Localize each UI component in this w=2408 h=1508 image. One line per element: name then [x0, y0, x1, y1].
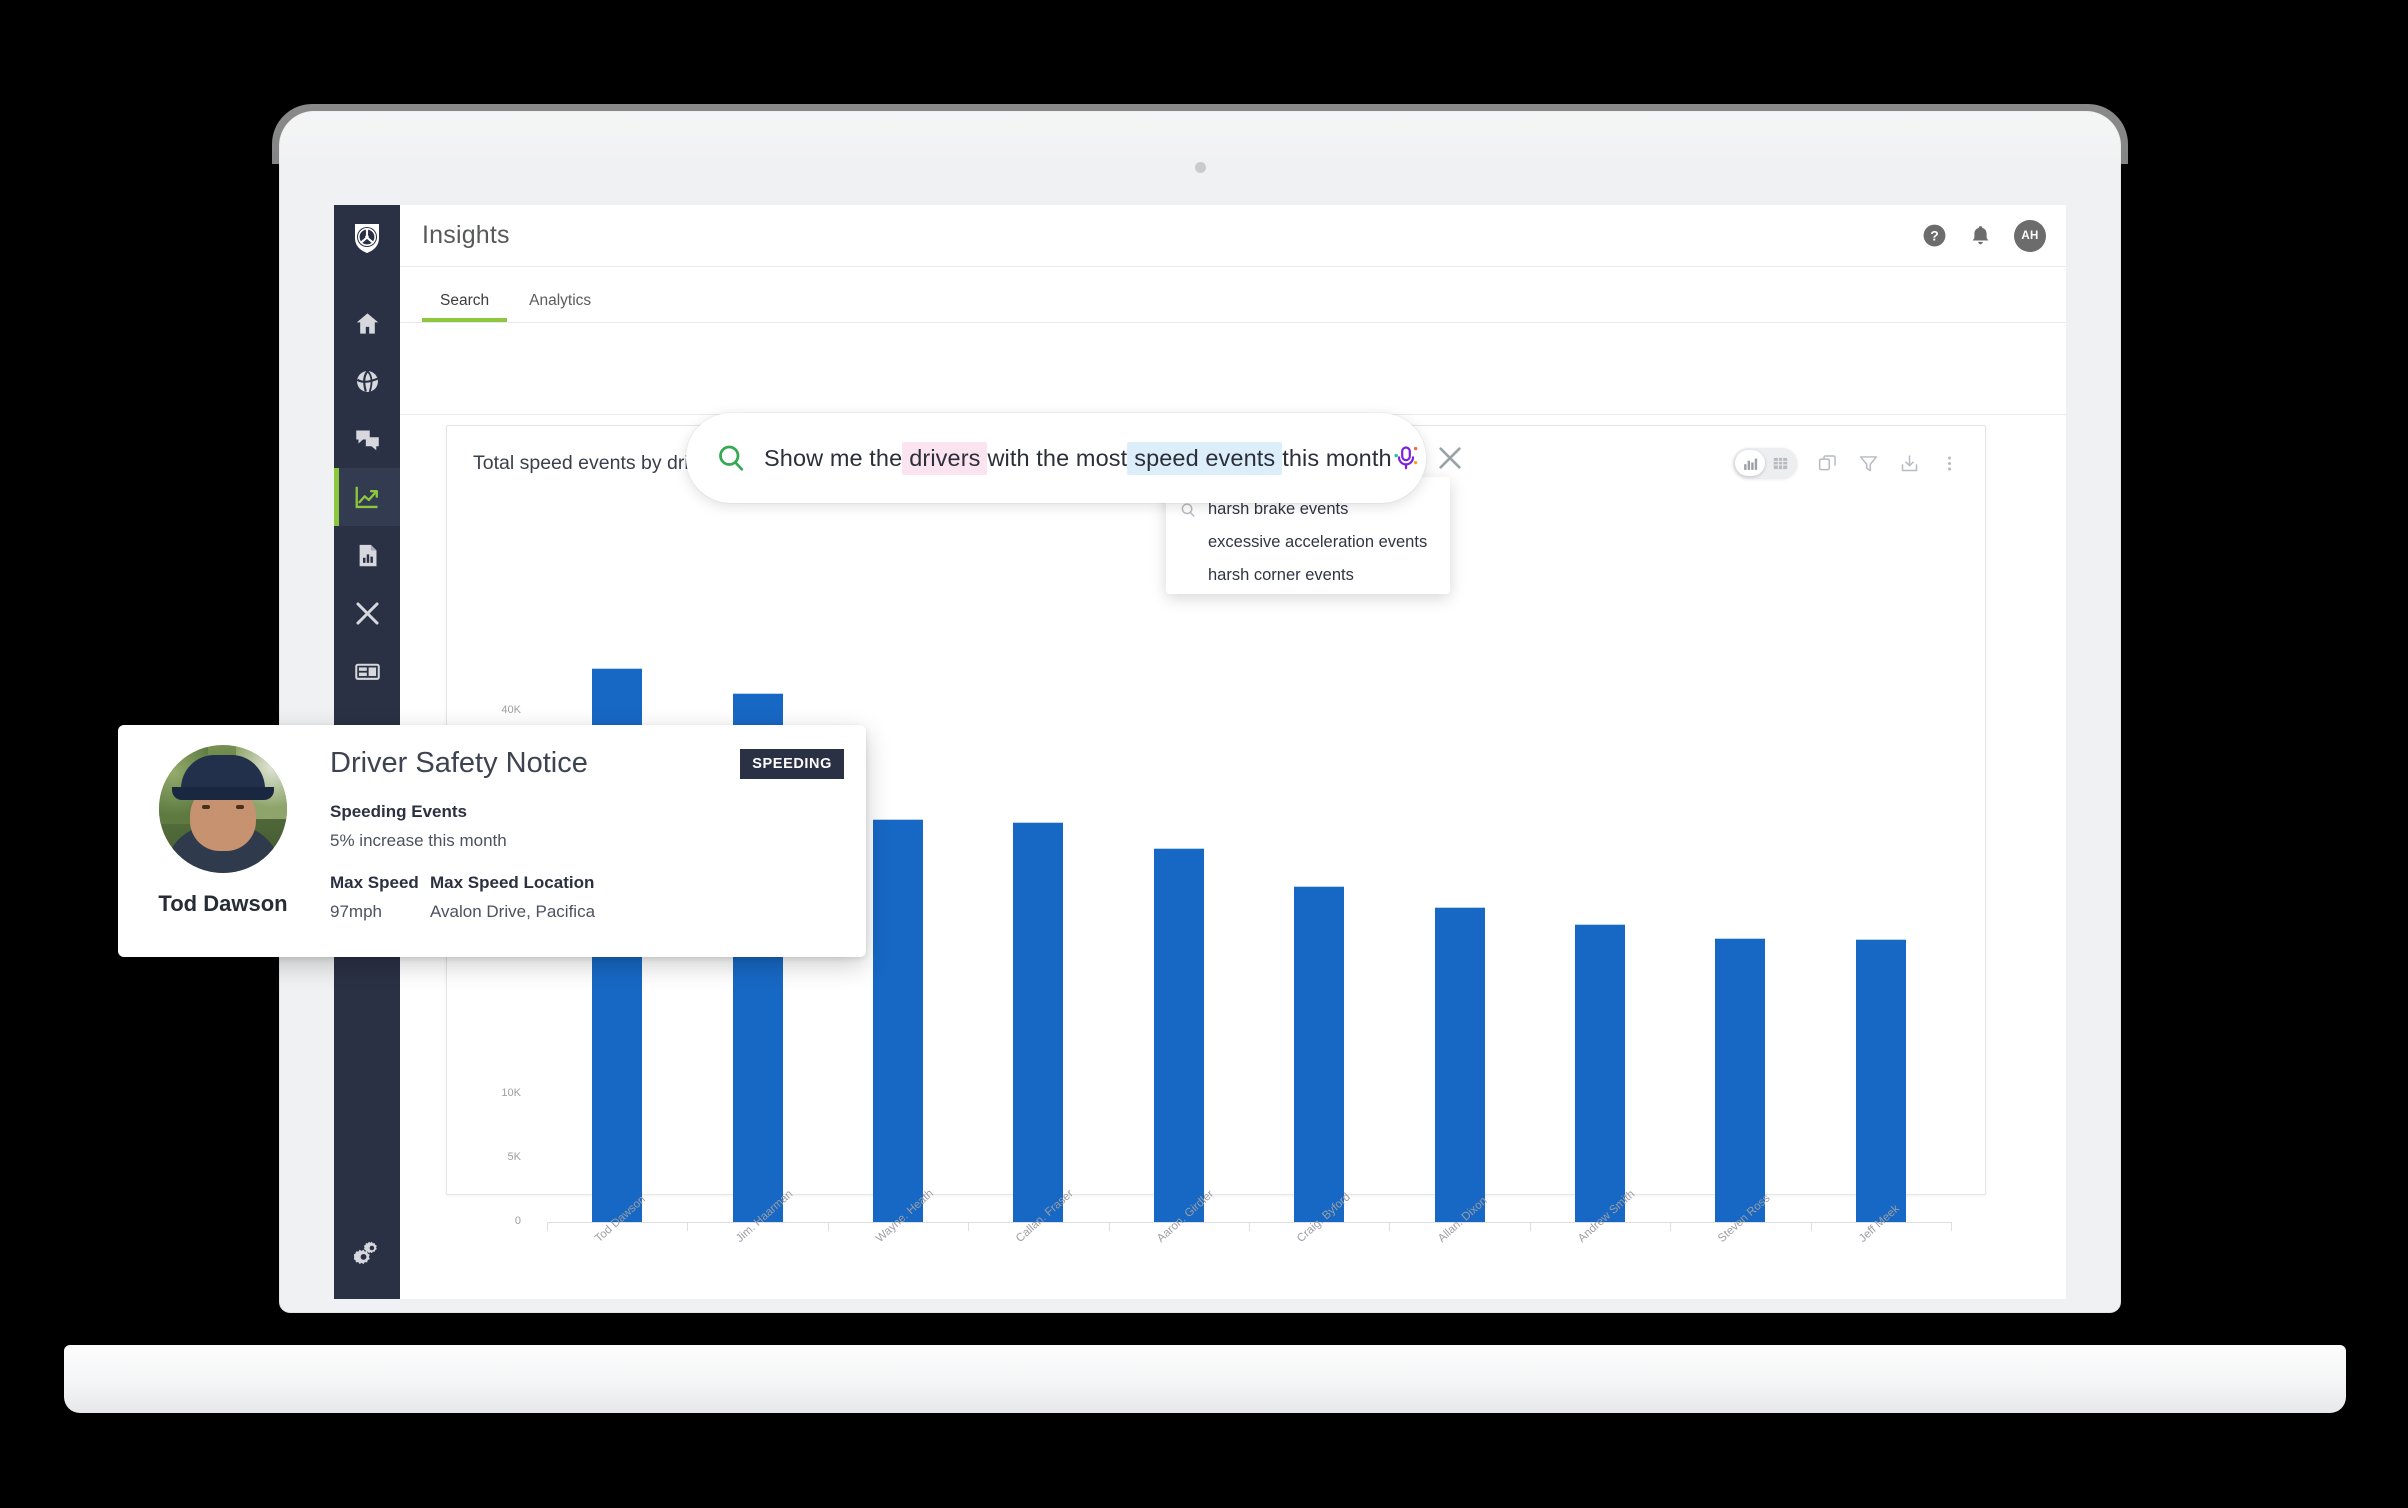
list-card-icon [354, 658, 381, 685]
screenshot-root: Insights ? AH Search Analytics Total spe… [0, 0, 2408, 1508]
home-icon [354, 310, 381, 337]
field-max-speed-location: Max Speed Location Avalon Drive, Pacific… [430, 873, 595, 922]
tab-search[interactable]: Search [422, 292, 508, 322]
driver-details: Driver Safety Notice SPEEDING Speeding E… [328, 725, 866, 957]
search-entity-drivers: drivers [902, 441, 988, 475]
bar[interactable] [1855, 939, 1906, 1222]
chart-toolbar [1733, 448, 1959, 478]
suggestion-item-2[interactable]: harsh corner events [1166, 559, 1450, 592]
chart-view-toggle-icon[interactable] [1735, 450, 1765, 476]
metric-value: 5% increase this month [330, 831, 507, 850]
search-icon [1180, 502, 1202, 518]
sidebar-item-settings[interactable] [334, 1223, 400, 1281]
bar[interactable] [1434, 906, 1485, 1222]
tools-icon [354, 600, 381, 627]
suggestion-label: harsh corner events [1208, 566, 1354, 584]
x-tick [1810, 1222, 1812, 1231]
avatar[interactable]: AH [2014, 219, 2046, 252]
ytick-5k: 5K [507, 1151, 521, 1163]
driver-fields: Max Speed 97mph Max Speed Location Avalo… [330, 873, 844, 922]
app-logo[interactable] [350, 221, 384, 260]
ytick-10k: 10K [501, 1087, 521, 1099]
search-segment-2: with the most [987, 444, 1128, 471]
bar[interactable] [1153, 847, 1204, 1222]
search-bar[interactable]: Show me the drivers with the most speed … [686, 413, 1461, 503]
ytick-40k: 40K [501, 704, 521, 716]
sidebar-item-insights[interactable] [334, 468, 400, 526]
driver-card-title: Driver Safety Notice [330, 747, 588, 779]
bar[interactable] [873, 819, 923, 1222]
laptop-camera [1195, 162, 1206, 173]
bar[interactable] [1294, 886, 1345, 1222]
status-badge: SPEEDING [740, 748, 844, 779]
trending-chart-icon [353, 483, 381, 511]
page-title: Insights [422, 221, 510, 249]
x-tick [1389, 1222, 1391, 1231]
driver-identity: Tod Dawson [118, 725, 328, 957]
globe-icon [354, 368, 381, 395]
x-tick [1670, 1222, 1672, 1231]
metric-label: Speeding Events [330, 802, 467, 821]
x-tick [547, 1222, 548, 1231]
app-header: Insights ? AH [400, 205, 2066, 267]
search-segment-4: this month [1282, 444, 1392, 471]
chat-bubbles-icon [354, 426, 381, 453]
download-icon[interactable] [1899, 453, 1920, 474]
field-max-speed: Max Speed 97mph [330, 873, 430, 922]
driver-card-header: Driver Safety Notice SPEEDING [330, 747, 844, 780]
search-entity-speed-events: speed events [1127, 441, 1283, 475]
sidebar-item-messages[interactable] [334, 410, 400, 468]
field-label: Max Speed [330, 873, 419, 892]
tab-bar: Search Analytics [400, 267, 2066, 323]
search-zone [400, 323, 2066, 415]
svg-text:?: ? [1930, 228, 1939, 244]
gears-icon [354, 1239, 380, 1265]
field-label: Max Speed Location [430, 873, 595, 892]
x-tick [1249, 1222, 1250, 1231]
driver-photo [159, 745, 287, 873]
sidebar-item-cards[interactable] [334, 642, 400, 700]
search-input[interactable]: Show me the drivers with the most speed … [764, 441, 1392, 475]
x-tick [1529, 1222, 1531, 1231]
sidebar-item-tools[interactable] [334, 584, 400, 642]
duplicate-icon[interactable] [1817, 453, 1838, 474]
bar[interactable] [1715, 938, 1766, 1222]
search-icon [716, 443, 746, 473]
bar[interactable] [1013, 821, 1064, 1222]
suggestion-label: excessive acceleration events [1208, 533, 1428, 551]
help-icon[interactable]: ? [1922, 223, 1947, 248]
bar[interactable] [1575, 923, 1625, 1222]
x-tick [1108, 1222, 1110, 1231]
ytick-0: 0 [514, 1215, 521, 1227]
view-toggle[interactable] [1733, 448, 1797, 478]
more-options-icon[interactable] [1940, 454, 1959, 473]
tab-analytics[interactable]: Analytics [511, 292, 609, 322]
field-value: Avalon Drive, Pacifica [430, 902, 596, 921]
sidebar-item-map[interactable] [334, 352, 400, 410]
search-actions [1392, 442, 1466, 474]
report-document-icon [354, 542, 381, 569]
microphone-icon[interactable] [1392, 443, 1420, 473]
sidebar-item-reports[interactable] [334, 526, 400, 584]
x-tick [1951, 1222, 1952, 1231]
x-tick [687, 1222, 689, 1231]
close-x-icon[interactable] [1434, 442, 1466, 474]
header-actions: ? AH [1922, 219, 2046, 252]
driver-name: Tod Dawson [158, 891, 288, 916]
field-value: 97mph [330, 902, 382, 921]
sidebar-item-home[interactable] [334, 294, 400, 352]
notifications-bell-icon[interactable] [1969, 224, 1992, 247]
x-tick [827, 1222, 829, 1231]
suggestion-item-1[interactable]: excessive acceleration events [1166, 526, 1450, 559]
table-view-toggle-icon[interactable] [1765, 450, 1795, 476]
x-tick [968, 1222, 970, 1231]
filter-icon[interactable] [1858, 453, 1879, 474]
laptop-base [64, 1345, 2346, 1413]
search-segment-0: Show me the [764, 444, 903, 471]
driver-safety-card: Tod Dawson Driver Safety Notice SPEEDING… [118, 725, 866, 957]
